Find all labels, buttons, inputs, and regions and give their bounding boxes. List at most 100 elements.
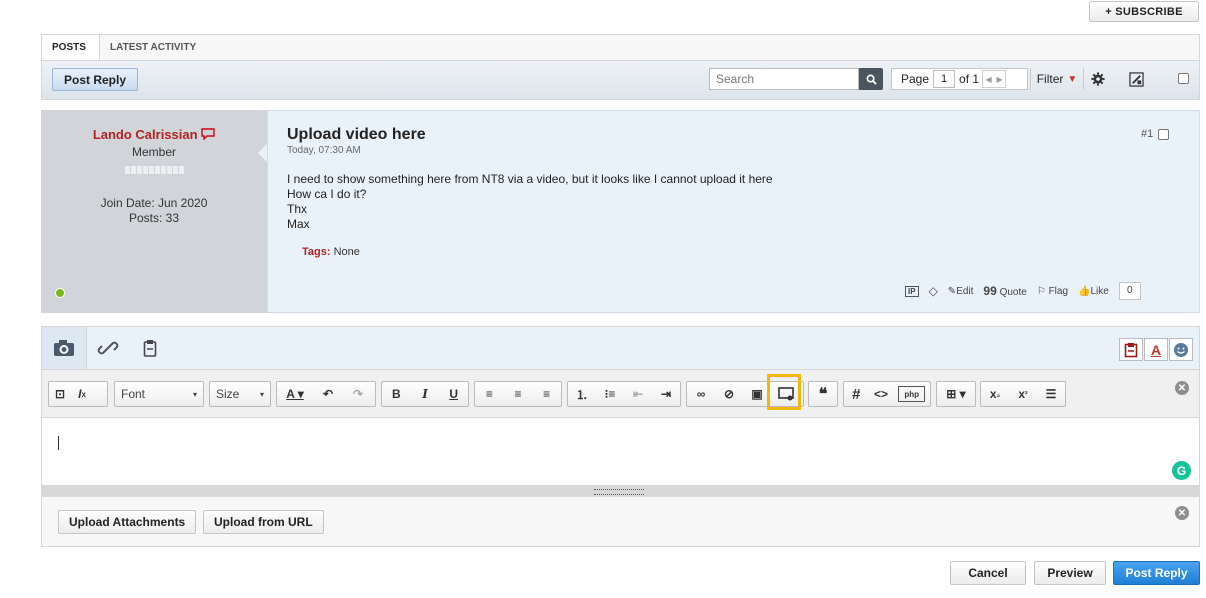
post-line: Max [287,217,310,231]
ip-icon[interactable]: IP [905,285,919,297]
post-title: Upload video here [287,126,426,143]
post-date: Today, 07:30 AM [287,145,361,156]
select-all-checkbox[interactable] [1178,73,1189,84]
font-label: Font [121,387,146,401]
php-icon[interactable]: php [898,386,926,402]
insert-link-icon[interactable]: ∞ [687,382,715,406]
thumbs-up-icon: 👍 [1078,285,1091,297]
undo-icon[interactable]: ↶ [313,382,343,406]
preview-button[interactable]: Preview [1034,561,1106,585]
toolgroup-table: ⊞ ▾ [936,381,976,407]
numbered-list-icon[interactable]: ⒈ [568,382,596,406]
author-name-text[interactable]: Lando Calrissian [93,127,198,142]
size-dropdown[interactable]: Size ▾ [209,381,271,407]
toolgroup-script: x₂ x² ☰ [980,381,1066,407]
tab-latest-activity[interactable]: LATEST ACTIVITY [100,35,206,60]
source-icon[interactable]: ⊡ [49,382,71,406]
page-arrows[interactable]: ◀ ▶ [982,70,1007,88]
toolgroup-quote: ❝ [808,381,838,407]
remove-format-icon[interactable]: Ix [71,382,93,406]
horizontal-rule-icon[interactable]: ☰ [1037,382,1065,406]
subscribe-button[interactable]: + SUBSCRIBE [1089,1,1199,22]
gear-icon[interactable] [1083,68,1113,90]
join-date: Join Date: Jun 2020 [100,196,208,210]
align-left-icon[interactable]: ≡ [475,382,504,406]
editor-header [41,326,1200,370]
table-icon[interactable]: ⊞ ▾ [937,382,975,406]
tag-icon[interactable]: ◇ [929,284,938,298]
toolgroup-list: ⒈ ⁝≡ ⇤ ⇥ [567,381,681,407]
hashtag-icon[interactable]: # [844,382,869,406]
toolgroup-basic-style: B I U [381,381,469,407]
page-input[interactable]: 1 [933,70,956,88]
superscript-icon[interactable]: x² [1009,382,1037,406]
tags-label: Tags: [302,246,331,258]
text-color-icon[interactable]: A [1144,338,1168,361]
toolgroup-source: ⊡ Ix [48,381,108,407]
toolgroup-color-undo: A ▾ ↶ ↷ [276,381,376,407]
search-input[interactable] [709,68,859,90]
align-center-icon[interactable]: ≡ [504,382,533,406]
clipboard-icon[interactable] [128,327,172,369]
cancel-button[interactable]: Cancel [950,561,1026,585]
dropdown-caret-icon: ▾ [192,389,197,399]
post-number-label[interactable]: #1 [1141,128,1153,140]
page-label: Page [901,72,930,86]
font-dropdown[interactable]: Font ▾ [114,381,204,407]
flag-action[interactable]: ⚐ Flag [1037,286,1068,297]
edit-action[interactable]: ✎Edit [948,286,974,297]
post-tags: Tags: None [302,246,360,258]
edit-mode-icon[interactable] [1121,68,1151,90]
italic-icon[interactable]: I [411,382,440,406]
grammarly-icon[interactable]: G [1172,461,1191,480]
online-status-icon [55,288,65,298]
toolgroup-code: # <> php [843,381,931,407]
bulleted-list-icon[interactable]: ⁝≡ [596,382,624,406]
underline-icon[interactable]: U [439,382,468,406]
flag-label: Flag [1048,285,1069,297]
quote-action[interactable]: 99 Quote [983,284,1026,298]
search-button[interactable] [859,68,883,90]
redo-icon[interactable]: ↷ [343,382,373,406]
next-page-icon[interactable]: ▶ [996,75,1002,84]
like-count: 0 [1118,282,1141,300]
quote-icon: 99 [983,284,997,298]
reputation-bar [119,166,189,174]
chat-bubble-icon[interactable] [201,128,215,141]
tab-posts[interactable]: POSTS [42,35,100,61]
caret-down-icon: ▼ [1067,73,1078,85]
toolgroup-align: ≡ ≡ ≡ [474,381,562,407]
filter-dropdown[interactable]: Filter ▼ [1030,68,1084,90]
blockquote-icon[interactable]: ❝ [809,382,837,406]
author-name[interactable]: Lando Calrissian [41,127,267,142]
link-icon[interactable] [86,327,130,369]
upload-from-url-button[interactable]: Upload from URL [203,510,324,534]
close-toolbar-icon[interactable]: ✕ [1175,381,1189,395]
post-count: Posts: 33 [128,211,180,225]
unlink-icon[interactable]: ⊘ [715,382,743,406]
align-right-icon[interactable]: ≡ [532,382,561,406]
quote-label: Quote [999,287,1027,298]
font-color-icon[interactable]: A ▾ [277,382,313,406]
paste-icon[interactable] [1119,338,1143,361]
post-reply-top-button[interactable]: Post Reply [52,68,138,91]
like-action[interactable]: 👍Like [1078,286,1109,297]
dropdown-caret-icon: ▾ [259,389,264,399]
post-reply-button[interactable]: Post Reply [1113,561,1200,585]
camera-icon[interactable] [42,327,87,369]
resize-grip-icon[interactable] [594,489,644,495]
upload-attachments-button[interactable]: Upload Attachments [58,510,197,534]
author-role: Member [131,145,176,159]
smiley-icon[interactable] [1169,338,1193,361]
reply-textarea[interactable] [41,418,1200,486]
prev-page-icon[interactable]: ◀ [985,75,991,84]
indent-icon[interactable]: ⇥ [652,382,680,406]
code-icon[interactable]: <> [869,382,894,406]
post-select-checkbox[interactable] [1158,128,1170,140]
post-text: I need to show something here from NT8 v… [287,172,773,232]
subscript-icon[interactable]: x₂ [981,382,1009,406]
flag-icon: ⚐ [1036,285,1046,297]
close-attachments-icon[interactable]: ✕ [1175,506,1189,520]
outdent-icon[interactable]: ⇤ [624,382,652,406]
bold-icon[interactable]: B [382,382,411,406]
